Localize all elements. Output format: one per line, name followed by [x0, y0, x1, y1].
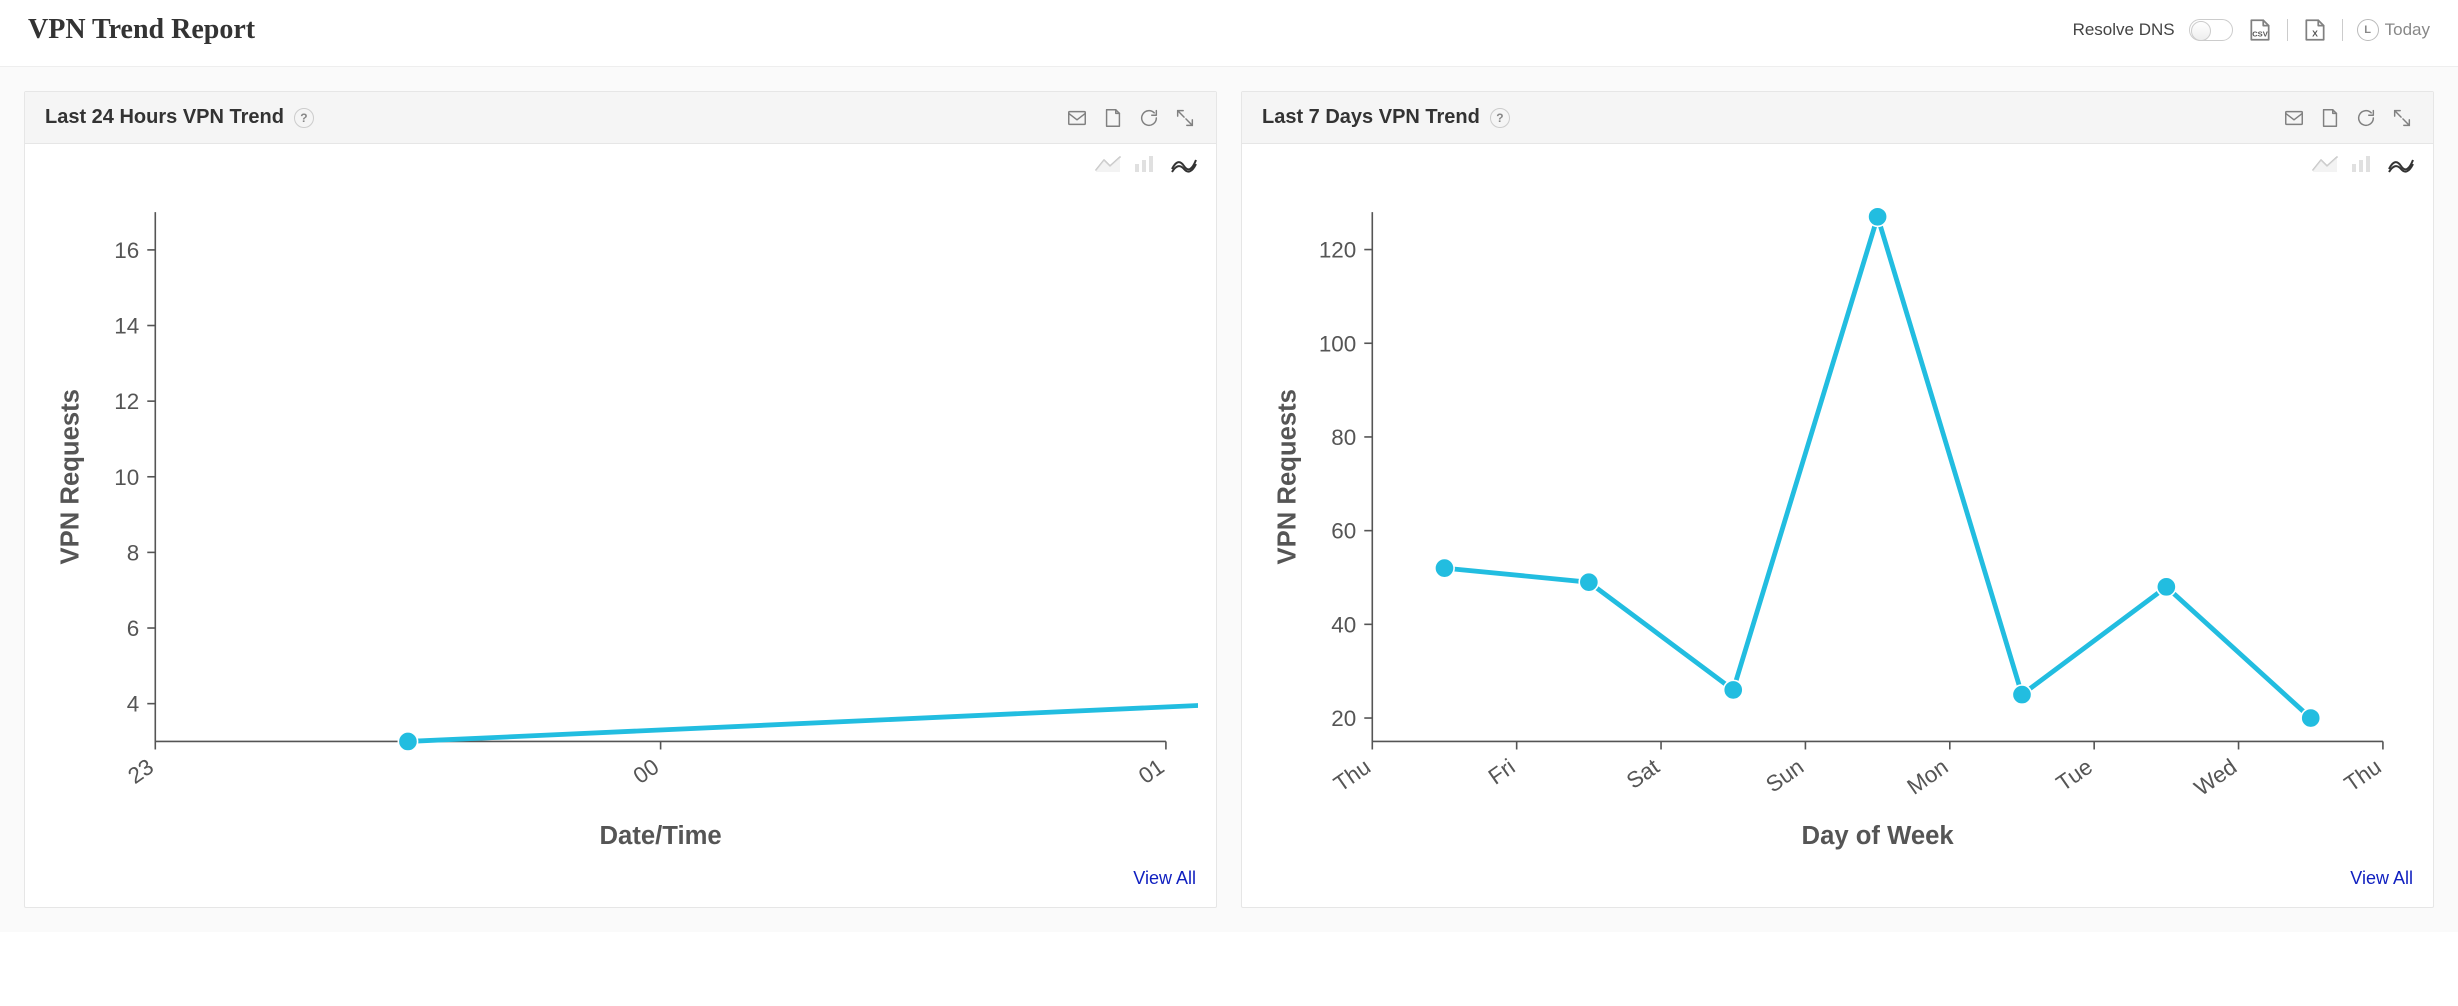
chart-7d: 20 40 60 80 100 120 Thu Fri Sat Sun Mon Tue Wed Thu Da… [1260, 180, 2415, 854]
svg-text:Tue: Tue [2052, 754, 2097, 796]
chart-type-bar-icon[interactable] [1132, 154, 1160, 174]
chart-type-bar-icon[interactable] [2349, 154, 2377, 174]
resolve-dns-toggle[interactable] [2189, 19, 2233, 41]
chart-24h: 4 6 8 10 12 14 16 23 00 01 Date/Time VPN Requests [43, 180, 1198, 854]
svg-text:Mon: Mon [1903, 754, 1953, 800]
panel-24h-title: Last 24 Hours VPN Trend [45, 106, 284, 129]
svg-text:Fri: Fri [1484, 754, 1520, 789]
mail-icon[interactable] [2283, 107, 2305, 129]
toolbar-divider [2287, 19, 2288, 41]
svg-text:Day of Week: Day of Week [1802, 822, 1955, 850]
resolve-dns-label: Resolve DNS [2073, 20, 2175, 40]
view-all-link[interactable]: View All [1133, 868, 1196, 888]
svg-text:X: X [2312, 29, 2318, 39]
panel-7d: Last 7 Days VPN Trend ? 20 40 60 80 100 120 Th… [1241, 91, 2434, 908]
svg-text:VPN Requests: VPN Requests [56, 389, 84, 564]
svg-text:Sun: Sun [1761, 754, 1808, 797]
export-csv-icon[interactable]: CSV [2247, 17, 2273, 43]
svg-text:100: 100 [1319, 331, 1356, 356]
help-icon[interactable]: ? [1490, 108, 1510, 128]
pdf-icon[interactable] [2319, 107, 2341, 129]
expand-icon[interactable] [2391, 107, 2413, 129]
svg-text:40: 40 [1331, 612, 1356, 637]
chart-type-area-icon[interactable] [1094, 154, 1122, 174]
refresh-icon[interactable] [2355, 107, 2377, 129]
svg-text:16: 16 [114, 238, 139, 263]
svg-text:01: 01 [1134, 754, 1169, 789]
svg-text:Thu: Thu [1329, 754, 1375, 797]
svg-text:8: 8 [127, 540, 139, 565]
chart-type-line-icon[interactable] [1170, 154, 1198, 174]
svg-text:4: 4 [127, 692, 139, 717]
svg-text:Date/Time: Date/Time [600, 822, 722, 850]
refresh-icon[interactable] [1138, 107, 1160, 129]
chart-type-area-icon[interactable] [2311, 154, 2339, 174]
panel-24h: Last 24 Hours VPN Trend ? 4 6 8 10 12 14 16 23 0… [24, 91, 1217, 908]
toolbar-divider [2342, 19, 2343, 41]
svg-text:60: 60 [1331, 519, 1356, 544]
svg-text:Wed: Wed [2190, 754, 2242, 801]
page-title: VPN Trend Report [28, 14, 255, 46]
help-icon[interactable]: ? [294, 108, 314, 128]
svg-text:VPN Requests: VPN Requests [1273, 389, 1301, 564]
clock-icon: L [2357, 19, 2379, 41]
mail-icon[interactable] [1066, 107, 1088, 129]
panel-7d-title: Last 7 Days VPN Trend [1262, 106, 1480, 129]
svg-text:12: 12 [114, 389, 139, 414]
svg-text:Sat: Sat [1622, 754, 1665, 794]
export-xls-icon[interactable]: X [2302, 17, 2328, 43]
svg-text:00: 00 [629, 754, 664, 789]
date-range-label: Today [2385, 20, 2430, 40]
view-all-link[interactable]: View All [2350, 868, 2413, 888]
svg-text:10: 10 [114, 465, 139, 490]
pdf-icon[interactable] [1102, 107, 1124, 129]
svg-text:14: 14 [114, 314, 139, 339]
svg-text:CSV: CSV [2252, 30, 2268, 39]
svg-text:6: 6 [127, 616, 139, 641]
svg-text:Thu: Thu [2340, 754, 2386, 797]
svg-text:80: 80 [1331, 425, 1356, 450]
date-range-button[interactable]: L Today [2357, 19, 2430, 41]
svg-text:23: 23 [123, 754, 158, 789]
svg-text:20: 20 [1331, 706, 1356, 731]
expand-icon[interactable] [1174, 107, 1196, 129]
chart-type-line-icon[interactable] [2387, 154, 2415, 174]
svg-text:120: 120 [1319, 238, 1356, 263]
